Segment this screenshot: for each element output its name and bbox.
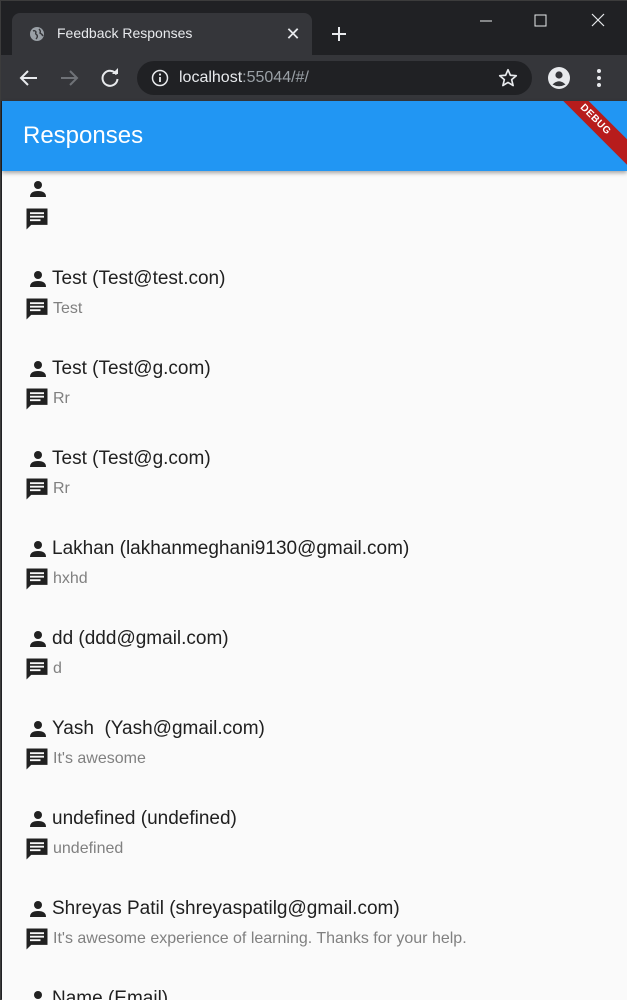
responder-row: Yash (Yash@gmail.com) [26,716,265,742]
feedback-row: undefined [23,836,123,862]
tab-title: Feedback Responses [57,25,193,41]
feedback-row: Test [23,296,82,322]
responder-row: Name (Email) [26,986,168,1000]
chat-icon [26,658,48,680]
feedback-text: d [53,660,62,677]
response-item: dd (ddd@gmail.com) d [2,598,627,688]
responder-name-email: undefined (undefined) [52,808,237,829]
url-host: localhost [179,69,243,86]
minimize-icon[interactable] [472,9,500,33]
responder-row: Lakhan (lakhanmeghani9130@gmail.com) [26,536,409,562]
response-item: Test (Test@g.com) Rr [2,328,627,418]
person-icon [30,361,46,377]
chat-icon [26,298,48,320]
responder-row: dd (ddd@gmail.com) [26,626,229,652]
response-item: Lakhan (lakhanmeghani9130@gmail.com) hxh… [2,508,627,598]
feedback-row: d [23,656,62,682]
responder-row: undefined (undefined) [26,806,237,832]
bookmark-star-icon[interactable] [497,67,519,89]
responder-name-email: Shreyas Patil (shreyaspatilg@gmail.com) [52,898,400,919]
person-icon [34,991,42,999]
tab-close-icon[interactable]: ✕ [283,24,303,44]
maximize-icon[interactable] [526,9,554,33]
feedback-text: It's awesome [53,750,146,767]
page-title: Responses [23,122,144,149]
feedback-row: Rr [23,476,70,502]
response-item: Test (Test@g.com) Rr [2,418,627,508]
person-icon [30,451,46,467]
person-icon [30,181,46,197]
chat-icon [26,568,48,590]
feedback-text: undefined [53,840,124,857]
chat-icon [26,838,48,860]
responder-name-email: dd (ddd@gmail.com) [52,628,229,649]
person-icon [30,541,46,557]
site-info-icon[interactable] [151,69,169,87]
chat-icon [26,478,48,500]
response-item: Yash (Yash@gmail.com) It's awesome [2,688,627,778]
more-vert-icon[interactable] [587,66,611,90]
responder-row: Test (Test@g.com) [26,446,211,472]
address-bar[interactable]: localhost:55044/#/ [137,61,532,95]
responder-row: Test (Test@test.con) [26,266,225,292]
response-item: Shreyas Patil (shreyaspatilg@gmail.com) … [2,868,627,958]
feedback-row: hxhd [23,566,88,592]
responder-name-email: Test (Test@test.con) [52,268,226,289]
response-item: Name (Email) Feedback [2,958,627,1000]
window-close-icon[interactable] [584,9,612,33]
feedback-row [23,206,53,232]
person-icon [30,901,46,917]
chat-icon [26,748,48,770]
reload-icon[interactable] [98,66,122,90]
responder-name-email: Name (Email) [52,988,169,1000]
feedback-row: Rr [23,386,70,412]
person-icon [30,631,46,647]
feedback-text: Test [53,300,83,317]
url-path: :55044/#/ [242,69,309,86]
response-item [2,171,627,238]
person-icon [30,721,46,737]
responder-row [26,176,52,202]
responder-name-email: Lakhan (lakhanmeghani9130@gmail.com) [52,538,410,559]
tab-strip: Feedback Responses ✕ [1,1,627,55]
chat-icon [26,208,48,230]
chat-icon [26,928,48,950]
browser-window: Feedback Responses ✕ localhost:55044/#/ … [0,0,627,1000]
globe-icon [30,27,44,41]
response-item: undefined (undefined) undefined [2,778,627,868]
browser-toolbar: localhost:55044/#/ [1,55,627,101]
account-icon[interactable] [547,66,571,90]
person-icon [30,811,46,827]
new-tab-plus-icon[interactable] [328,23,350,45]
app-bar: Responses DEBUG [2,101,627,171]
browser-tab[interactable]: Feedback Responses ✕ [12,13,312,55]
back-arrow-icon[interactable] [17,66,41,90]
responder-row: Test (Test@g.com) [26,356,211,382]
responder-name-email: Test (Test@g.com) [52,358,211,379]
person-icon [30,271,46,287]
responder-name-email: Yash (Yash@gmail.com) [52,718,265,739]
responses-list: Test (Test@test.con) Test Test (Test@g.c… [2,171,627,1000]
debug-banner: DEBUG [546,101,627,169]
feedback-text: Rr [53,480,70,497]
feedback-text: hxhd [53,570,88,587]
feedback-row: It's awesome [23,746,146,772]
responder-row: Shreyas Patil (shreyaspatilg@gmail.com) [26,896,400,922]
responses-list-view[interactable]: Test (Test@test.con) Test Test (Test@g.c… [2,171,627,1000]
url-text: localhost:55044/#/ [179,69,309,87]
response-item: Test (Test@test.con) Test [2,238,627,328]
chat-icon [26,388,48,410]
feedback-row: It's awesome experience of learning. Tha… [23,926,467,952]
forward-arrow-icon[interactable] [57,66,81,90]
feedback-text: Rr [53,390,70,407]
feedback-text: It's awesome experience of learning. Tha… [53,930,467,947]
responder-name-email: Test (Test@g.com) [52,448,211,469]
